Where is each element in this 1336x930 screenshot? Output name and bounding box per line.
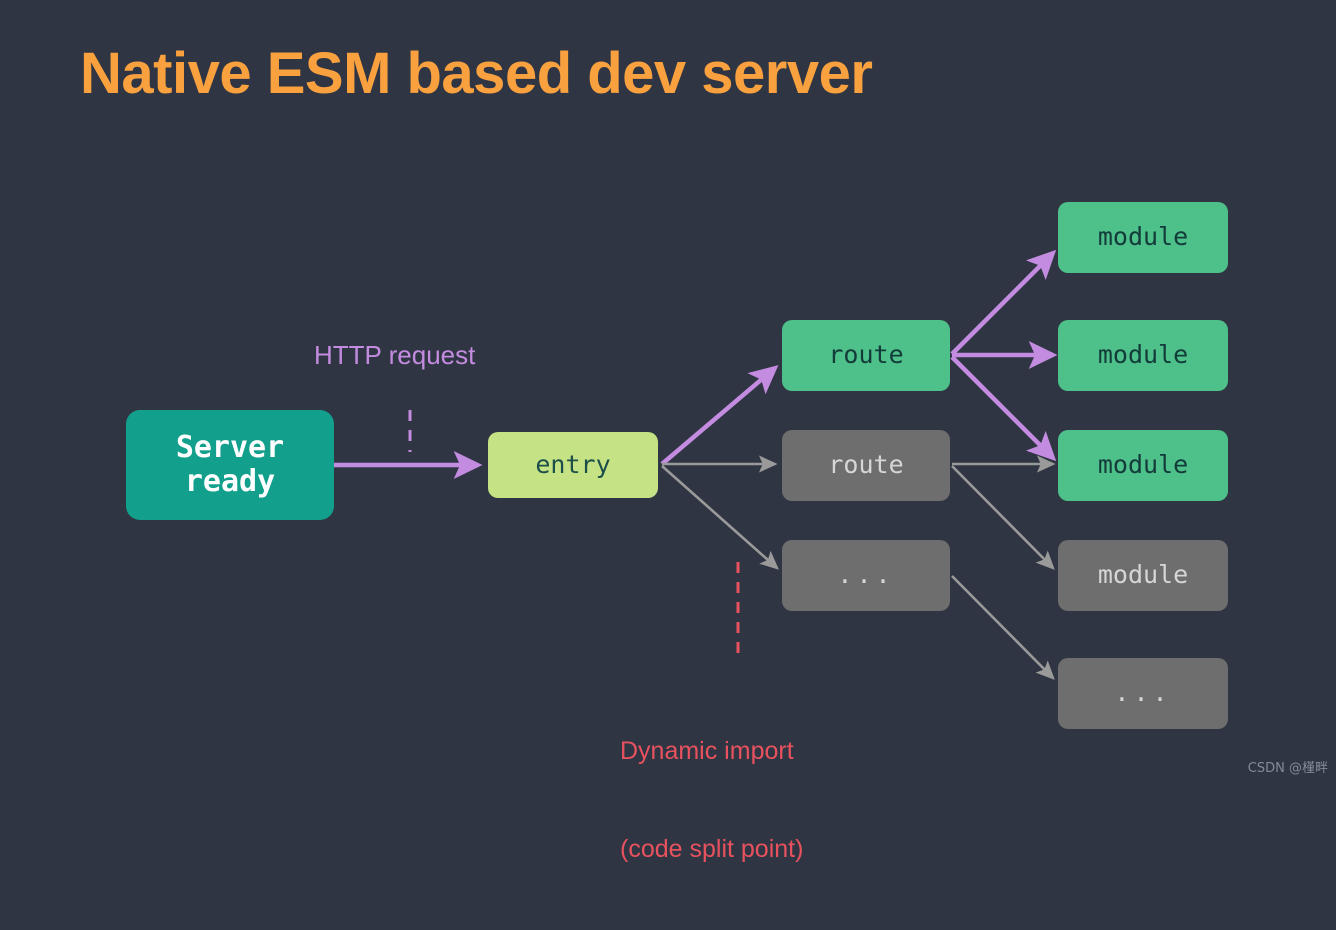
node-module-1-label: module (1097, 222, 1189, 252)
edge-route-green-to-module-1 (950, 249, 1057, 356)
node-ellipsis-mid[interactable]: ... (782, 540, 950, 611)
node-module-4-label: module (1097, 560, 1189, 590)
edge-entry-to-ellipsis-mid (661, 465, 779, 570)
node-module-2-label: module (1097, 340, 1189, 370)
edge-ellipsis-mid-to-ellipsis-end (951, 575, 1055, 680)
node-ellipsis-end-label: ... (1114, 678, 1172, 708)
watermark: CSDN @槿畔 (1247, 761, 1328, 776)
edge-route-gray-to-module-4 (951, 465, 1055, 570)
node-server-ready[interactable]: Server ready (126, 410, 334, 520)
node-module-2[interactable]: module (1058, 320, 1228, 391)
diagram-canvas: Native ESM based dev server Server ready… (0, 0, 1336, 863)
node-route-gray-label: route (828, 450, 904, 480)
node-ellipsis-mid-label: ... (837, 560, 895, 590)
caption-dynamic-import-line1: Dynamic import (620, 737, 794, 765)
node-server-line1: Server (175, 429, 285, 465)
node-route-gray[interactable]: route (782, 430, 950, 501)
page-title: Native ESM based dev server (80, 41, 873, 106)
node-route-green-label: route (828, 340, 904, 370)
caption-dynamic-import: Dynamic import (code split point) (620, 670, 803, 930)
node-module-3-label: module (1097, 450, 1189, 480)
node-ellipsis-end[interactable]: ... (1058, 658, 1228, 729)
node-server-line2: ready (184, 464, 276, 499)
node-route-green[interactable]: route (782, 320, 950, 391)
node-module-4[interactable]: module (1058, 540, 1228, 611)
edge-entry-to-route-green (660, 365, 779, 466)
node-entry[interactable]: entry (488, 432, 658, 498)
node-module-3[interactable]: module (1058, 430, 1228, 501)
node-module-1[interactable]: module (1058, 202, 1228, 273)
caption-dynamic-import-line2: (code split point) (620, 834, 804, 863)
node-entry-label: entry (535, 449, 611, 479)
caption-http-request: HTTP request (314, 340, 476, 370)
edge-route-green-to-module-3 (950, 355, 1057, 462)
